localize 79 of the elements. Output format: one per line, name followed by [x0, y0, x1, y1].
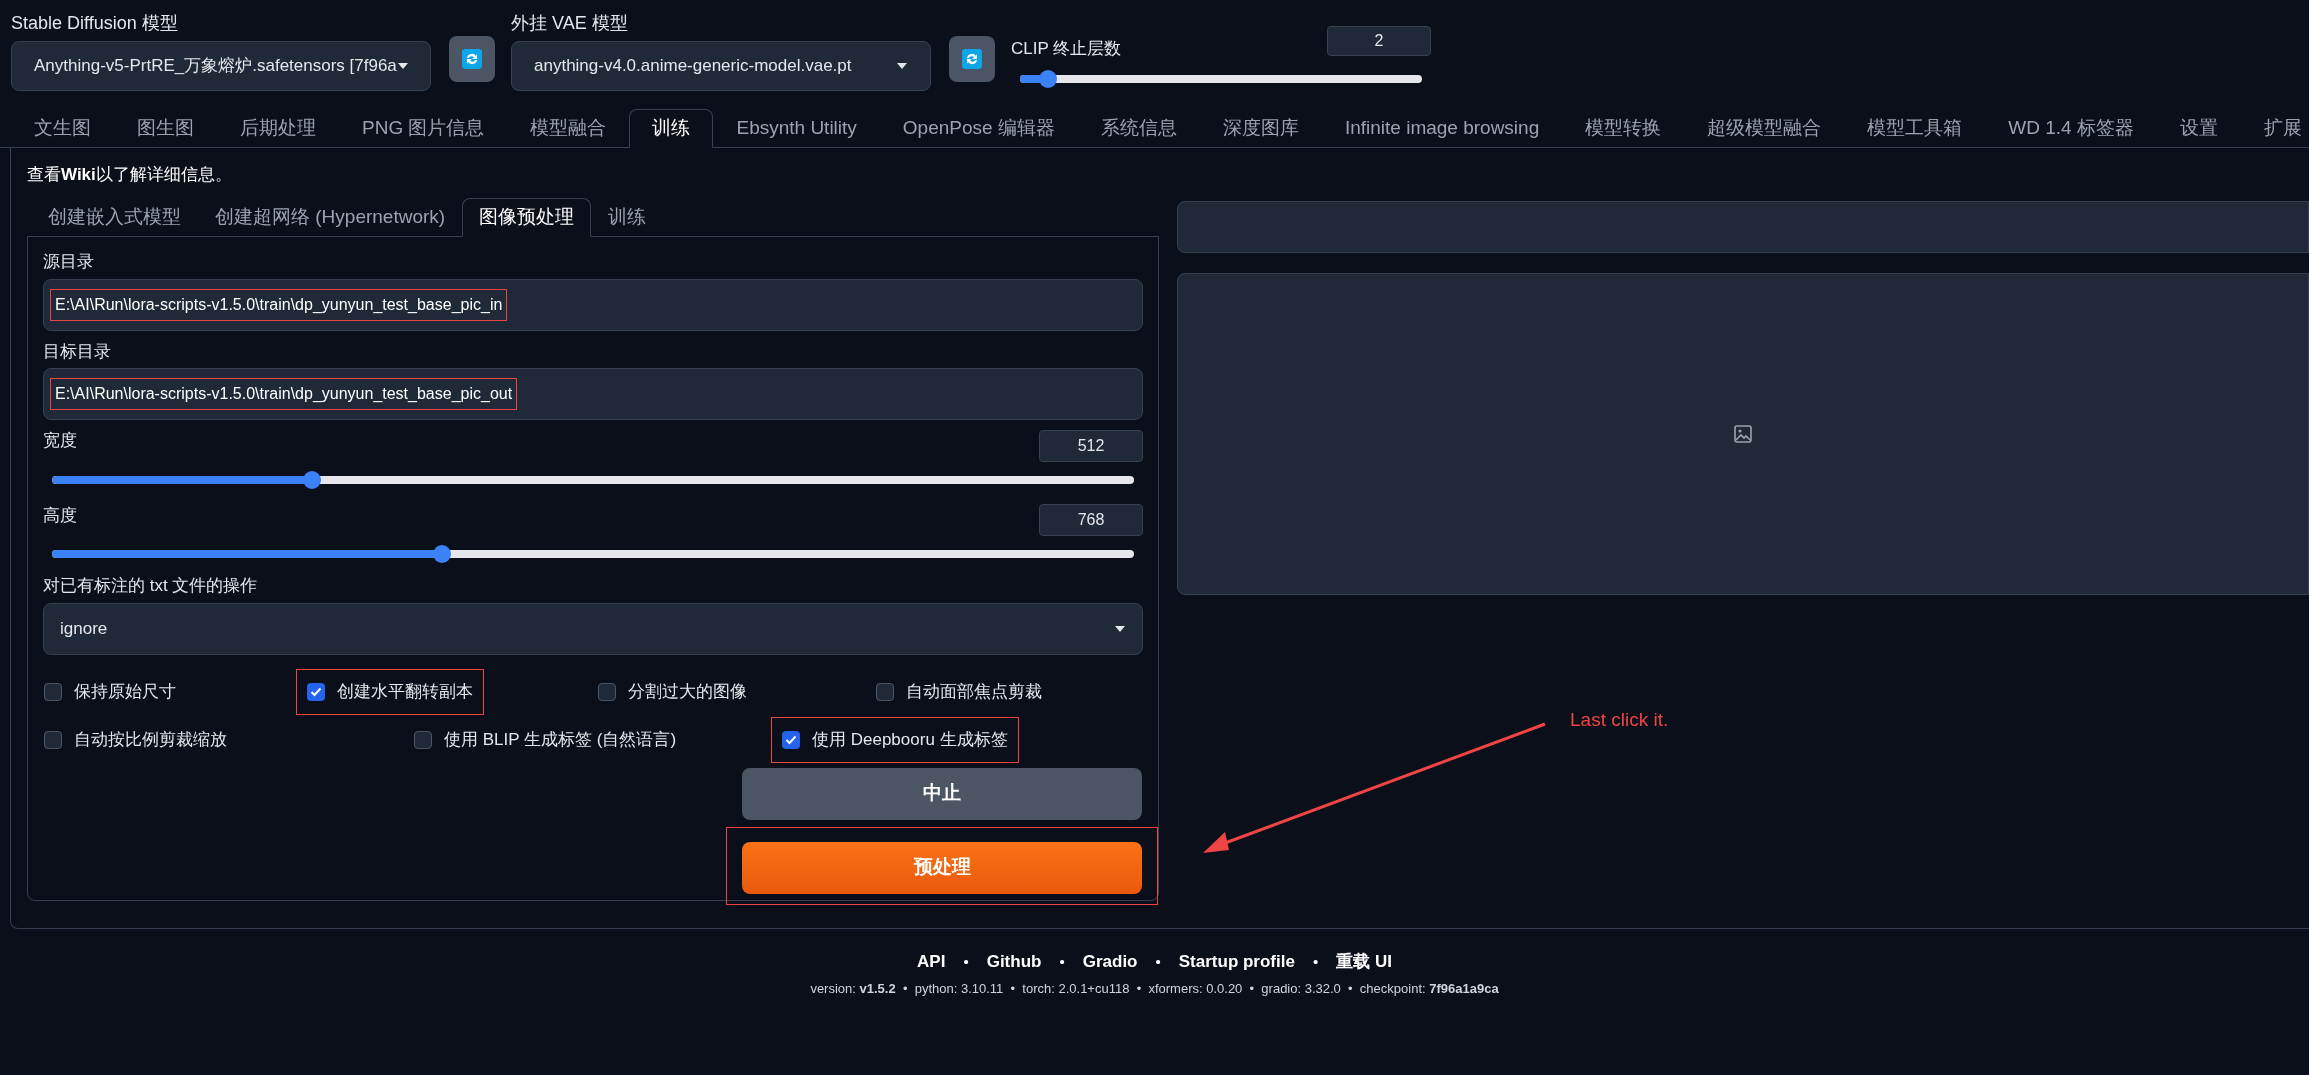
checkbox-option[interactable]: 使用 BLIP 生成标签 (自然语言)	[403, 716, 688, 763]
field-label: 目标目录	[43, 340, 112, 363]
tab[interactable]: 创建嵌入式模型	[31, 198, 198, 236]
tab[interactable]: PNG 图片信息	[339, 109, 508, 147]
tab[interactable]: 创建超网络 (Hypernetwork)	[198, 198, 463, 236]
tab[interactable]: 模型工具箱	[1844, 109, 1986, 147]
field-label: 高度	[43, 504, 77, 527]
checkbox[interactable]	[598, 682, 616, 701]
number-field[interactable]: 2	[1327, 26, 1431, 56]
checkbox[interactable]	[414, 730, 432, 749]
slider-thumb[interactable]	[1039, 69, 1058, 88]
field-label: 宽度	[43, 430, 77, 452]
field-label: CLIP 终止层数	[1011, 38, 1122, 60]
checkbox-option[interactable]: 分割过大的图像	[587, 668, 758, 715]
text-field[interactable]: E:\AI\Run\lora-scripts-v1.5.0\train\dp_yunyun_test_base_pic_out	[43, 368, 1143, 420]
tab[interactable]: 文生图	[11, 109, 114, 147]
tab[interactable]: 模型融合	[507, 109, 630, 147]
field-label: Stable Diffusion 模型	[11, 12, 179, 35]
caret-icon	[896, 62, 908, 70]
slider-thumb[interactable]	[432, 545, 451, 563]
check-icon	[310, 686, 322, 697]
tab[interactable]: OpenPose 编辑器	[879, 109, 1078, 147]
tab[interactable]: 模型转换	[1562, 109, 1685, 147]
caret-icon	[1114, 624, 1126, 633]
checkbox-option[interactable]: 创建水平翻转副本	[296, 668, 484, 715]
checkbox-option[interactable]: 使用 Deepbooru 生成标签	[771, 716, 1019, 763]
refresh-button[interactable]	[949, 36, 995, 82]
number-field[interactable]: 512	[1039, 429, 1143, 462]
separator: •	[1155, 951, 1161, 972]
tab[interactable]: 训练	[591, 198, 664, 236]
footer-link[interactable]: Github	[986, 949, 1042, 975]
number-field[interactable]: 768	[1039, 504, 1143, 536]
refresh-button[interactable]	[449, 36, 495, 82]
refresh-icon	[461, 48, 483, 70]
field-label: 对已有标注的 txt 文件的操作	[43, 575, 259, 597]
image-icon	[1733, 424, 1753, 444]
checkbox[interactable]	[782, 730, 800, 749]
checkbox-option[interactable]: 自动面部焦点剪裁	[865, 668, 1053, 715]
text-field[interactable]: E:\AI\Run\lora-scripts-v1.5.0\train\dp_yunyun_test_base_pic_in	[43, 278, 1143, 331]
check-icon	[785, 734, 797, 745]
footer-link[interactable]: Startup profile	[1178, 949, 1295, 975]
separator: •	[1312, 951, 1319, 972]
checkbox-option[interactable]: 自动按比例剪裁缩放	[33, 716, 238, 763]
footer-link[interactable]: 重载 UI	[1336, 949, 1392, 975]
tab[interactable]: WD 1.4 标签器	[1985, 109, 2157, 147]
tab[interactable]: Infinite image browsing	[1321, 109, 1563, 147]
checkbox-option[interactable]: 保持原始尺寸	[33, 668, 187, 715]
checkbox[interactable]	[44, 682, 62, 701]
dropdown[interactable]: anything-v4.0.anime-generic-model.vae.pt	[511, 41, 931, 91]
footer-link[interactable]: Gradio	[1082, 949, 1138, 975]
tab[interactable]: 图生图	[114, 109, 217, 147]
tab[interactable]: 系统信息	[1077, 109, 1200, 147]
button[interactable]: 中止	[742, 767, 1142, 820]
dropdown[interactable]: ignore	[43, 602, 1143, 655]
field-label: 源目录	[43, 251, 95, 273]
tab[interactable]: 深度图库	[1199, 109, 1322, 147]
checkbox[interactable]	[307, 682, 325, 701]
separator: •	[963, 951, 969, 972]
tab[interactable]: 扩展	[2240, 109, 2309, 147]
field-value: E:\AI\Run\lora-scripts-v1.5.0\train\dp_yunyun_test_base_pic_out	[50, 378, 518, 410]
tab[interactable]: 训练	[629, 109, 714, 148]
dropdown[interactable]: Anything-v5-PrtRE_万象熔炉.safetensors [7f96a	[11, 41, 431, 91]
separator: •	[1059, 951, 1065, 972]
field-label: 外挂 VAE 模型	[511, 12, 629, 35]
info-text: 查看Wiki以了解详细信息。	[27, 164, 233, 186]
tab[interactable]: 图像预处理	[462, 198, 592, 237]
version-info: version: v1.5.2 • python: 3.10.11 • torch: 2.0.1+cu118 • xformers: 0.0.20 • gradio: 3.32.0 • checkpoint: 7f96a1a9ca	[810, 979, 1499, 998]
tab[interactable]: 后期处理	[217, 109, 339, 147]
caret-icon	[396, 62, 409, 70]
field-value: E:\AI\Run\lora-scripts-v1.5.0\train\dp_yunyun_test_base_pic_in	[50, 288, 508, 321]
annotation-text: Last click it.	[1570, 708, 1669, 732]
tab[interactable]: 设置	[2156, 109, 2241, 147]
checkbox[interactable]	[44, 730, 62, 749]
tab[interactable]: Ebsynth Utility	[713, 109, 880, 147]
checkbox[interactable]	[876, 682, 894, 701]
refresh-icon	[961, 48, 983, 70]
slider-thumb[interactable]	[302, 470, 321, 489]
tab[interactable]: 超级模型融合	[1684, 109, 1845, 147]
footer-link[interactable]: API	[917, 949, 946, 975]
